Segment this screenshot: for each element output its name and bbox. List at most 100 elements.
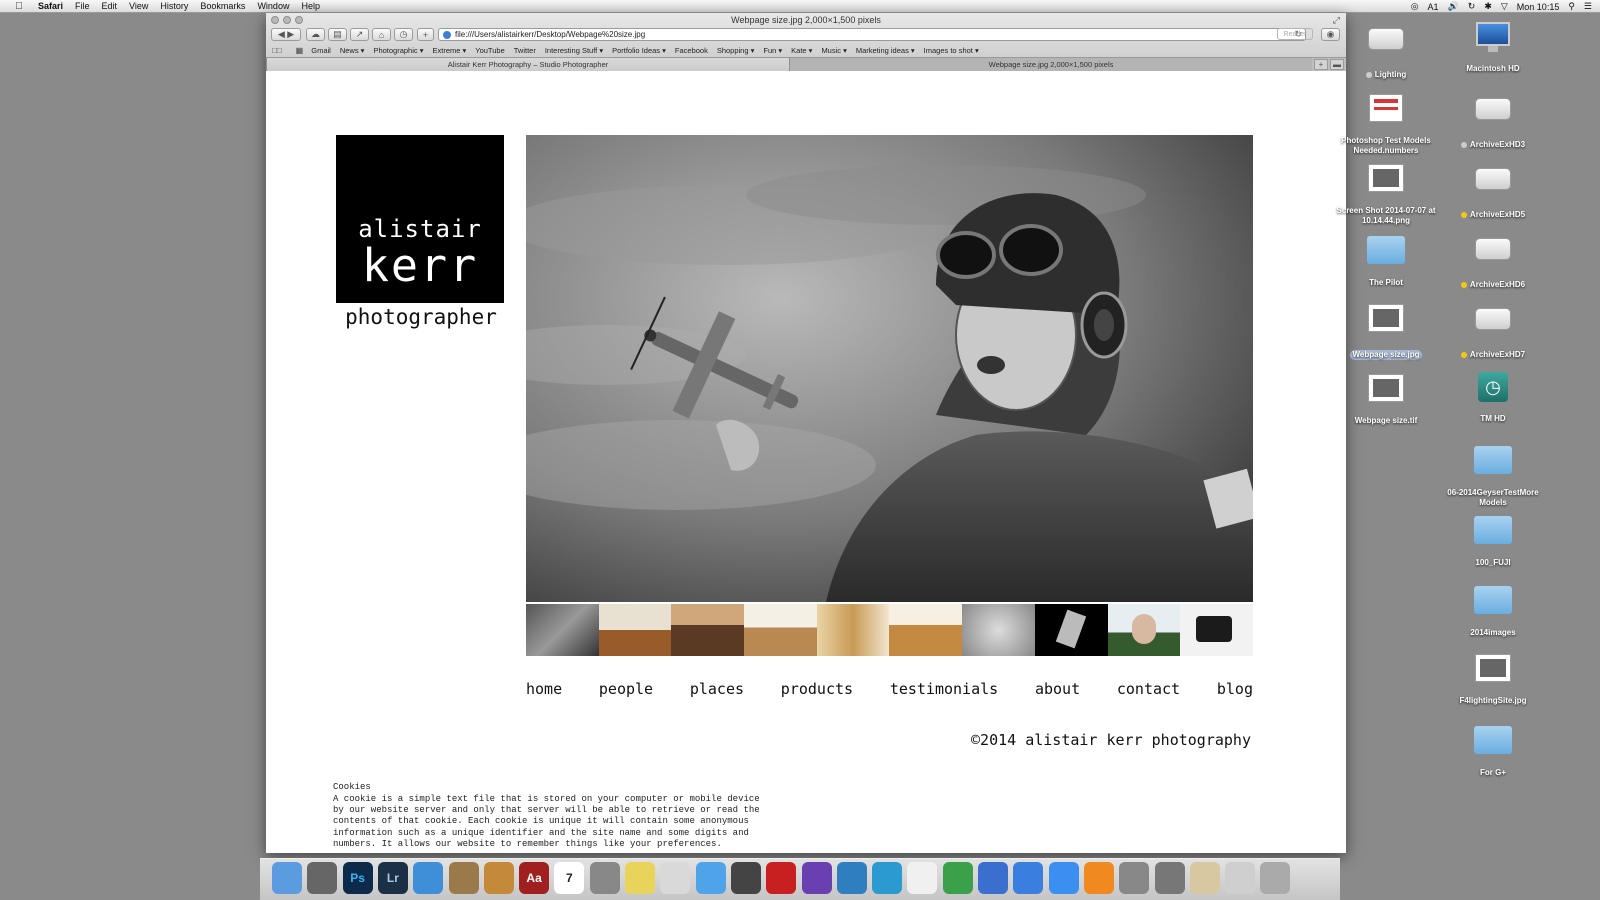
tab-alistair-kerr[interactable]: Alistair Kerr Photography – Studio Photo…	[266, 58, 790, 71]
trash-icon[interactable]	[1260, 862, 1291, 894]
thumbnail-kitchen[interactable]	[598, 604, 672, 656]
apple-menu-icon[interactable]: 	[12, 1, 26, 12]
nav-places[interactable]: places	[690, 680, 744, 698]
new-tab-icon[interactable]: +	[1314, 59, 1328, 70]
volume-icon[interactable]: 🔊	[1448, 1, 1459, 12]
bookmark-item[interactable]: Photographic ▾	[373, 46, 423, 55]
numbers-icon[interactable]	[942, 862, 973, 894]
bookmark-item[interactable]: Facebook	[675, 46, 708, 55]
address-text[interactable]: file:///Users/alistairkerr/Desktop/Webpa…	[455, 30, 645, 39]
bookmark-item[interactable]: Images to shot ▾	[924, 46, 979, 55]
desktop-icon-timemachine[interactable]: ◷ TM HD	[1443, 370, 1543, 424]
desktop-icon-drive[interactable]: Lighting	[1336, 20, 1436, 80]
bookmark-item[interactable]: Shopping ▾	[717, 46, 755, 55]
nav-testimonials[interactable]: testimonials	[890, 680, 998, 698]
desktop-icon-folder[interactable]: For G+	[1443, 720, 1543, 778]
bookmark-item[interactable]: Gmail	[311, 46, 331, 55]
bookmark-item[interactable]: Music ▾	[821, 46, 846, 55]
desktop-icon-doc[interactable]: Photoshop Test Models Needed.numbers	[1336, 90, 1436, 156]
bookmark-item[interactable]: Marketing ideas ▾	[856, 46, 915, 55]
icloud-tabs-icon[interactable]: ☁	[306, 28, 325, 41]
menu-file[interactable]: File	[75, 1, 90, 11]
reading-list-icon[interactable]: □□	[272, 46, 282, 55]
app-store-icon[interactable]	[1048, 862, 1079, 894]
stickies-icon[interactable]	[625, 862, 655, 894]
dashcode-icon[interactable]	[872, 862, 903, 894]
nav-home[interactable]: home	[526, 680, 562, 698]
desktop-icon-drive[interactable]: ArchiveExHD3	[1443, 90, 1543, 150]
address-bar[interactable]: file:///Users/alistairkerr/Desktop/Webpa…	[438, 28, 1306, 41]
itunes-icon[interactable]	[1013, 862, 1044, 894]
thumbnail-staircase[interactable]	[889, 604, 963, 656]
contacts-icon[interactable]	[483, 862, 514, 894]
history-icon[interactable]: ◷	[394, 28, 413, 41]
photoshop-icon[interactable]: Ps	[342, 862, 373, 894]
desktop-icon-folder[interactable]: 100_FUJI	[1443, 510, 1543, 568]
thumbnail-child[interactable]	[962, 604, 1035, 656]
creative-cloud-icon[interactable]: ◎	[1411, 1, 1419, 12]
back-forward-button[interactable]: ◀ ▶	[271, 28, 301, 41]
dictionary-icon[interactable]: Aa	[519, 862, 550, 894]
nav-contact[interactable]: contact	[1117, 680, 1180, 698]
nav-blog[interactable]: blog	[1217, 680, 1253, 698]
wifi-icon[interactable]: ▽	[1501, 1, 1508, 12]
nav-about[interactable]: about	[1035, 680, 1080, 698]
sidebar-icon[interactable]: ▤	[328, 28, 347, 41]
menu-help[interactable]: Help	[301, 1, 320, 11]
ibooks-icon[interactable]	[1083, 862, 1114, 894]
menu-bookmarks[interactable]: Bookmarks	[200, 1, 245, 11]
calculator-icon[interactable]	[589, 862, 620, 894]
documents-icon[interactable]	[1225, 862, 1256, 894]
desktop-icon-image[interactable]: Screen Shot 2014-07-07 at 10.14.44.png	[1336, 160, 1436, 226]
nav-products[interactable]: products	[781, 680, 853, 698]
thumbnail-pilot[interactable]	[526, 604, 599, 656]
spotlight-icon[interactable]: ⚲	[1568, 1, 1575, 12]
menu-window[interactable]: Window	[257, 1, 289, 11]
system-preferences-icon[interactable]	[1119, 862, 1150, 894]
adobe-status-item[interactable]: A1	[1428, 2, 1439, 12]
launchpad-icon[interactable]	[307, 862, 338, 894]
nav-people[interactable]: people	[599, 680, 653, 698]
preview-icon[interactable]	[660, 862, 691, 894]
menu-edit[interactable]: Edit	[102, 1, 118, 11]
desktop-icon-drive[interactable]: ArchiveExHD7	[1443, 300, 1543, 360]
safari-icon[interactable]	[413, 862, 444, 894]
facetime-icon[interactable]	[730, 862, 761, 894]
keynote-icon[interactable]	[978, 862, 1008, 894]
desktop-icon-folder[interactable]: The Pilot	[1336, 230, 1436, 288]
desktop-icon-folder[interactable]: 06-2014GeyserTestMore Models	[1443, 440, 1543, 508]
desktop-icon-image[interactable]: Webpage size.tif	[1336, 370, 1436, 426]
bookmark-item[interactable]: Twitter	[514, 46, 536, 55]
thumbnail-kitchen[interactable]	[744, 604, 817, 656]
desktop-icon-folder[interactable]: 2014images	[1443, 580, 1543, 638]
desktop-icon-drive[interactable]: ArchiveExHD6	[1443, 230, 1543, 290]
menu-clock[interactable]: Mon 10:15	[1517, 2, 1560, 12]
finder-icon[interactable]	[272, 862, 302, 894]
lightroom-icon[interactable]: Lr	[377, 862, 408, 894]
imovie-icon[interactable]	[801, 862, 832, 894]
add-bookmark-icon[interactable]: +	[417, 28, 434, 41]
bluetooth-icon[interactable]: ✱	[1484, 1, 1492, 12]
desktop-icon-image[interactable]: F4lightingSite.jpg	[1443, 650, 1543, 706]
poker-icon[interactable]	[1189, 862, 1220, 894]
utility-icon[interactable]	[1154, 862, 1185, 894]
time-machine-icon[interactable]: ↻	[1468, 1, 1476, 12]
home-icon[interactable]: ⌂	[372, 28, 391, 41]
textedit-icon[interactable]	[907, 862, 938, 894]
bookmark-item[interactable]: YouTube	[475, 46, 504, 55]
mail-icon[interactable]	[448, 862, 479, 894]
bookmark-item[interactable]: Extreme ▾	[432, 46, 466, 55]
bookmark-item[interactable]: Portfolio Ideas ▾	[612, 46, 666, 55]
photo-booth-icon[interactable]	[766, 862, 797, 894]
reader-button[interactable]: Reader	[1277, 28, 1313, 40]
bookmark-item[interactable]: Kate ▾	[791, 46, 812, 55]
bookmark-item[interactable]: Interesting Stuff ▾	[545, 46, 603, 55]
share-icon[interactable]: ↗	[350, 28, 369, 41]
tab-webpage-size[interactable]: Webpage size.jpg 2,000×1,500 pixels	[790, 58, 1312, 71]
calendar-icon[interactable]: 7	[554, 862, 585, 894]
thumbnail-portrait[interactable]	[1107, 604, 1181, 656]
menu-history[interactable]: History	[160, 1, 188, 11]
messages-icon[interactable]	[695, 862, 726, 894]
bookmark-item[interactable]: Fun ▾	[763, 46, 782, 55]
desktop-icon-image[interactable]: Webpage size.jpg	[1336, 300, 1436, 360]
